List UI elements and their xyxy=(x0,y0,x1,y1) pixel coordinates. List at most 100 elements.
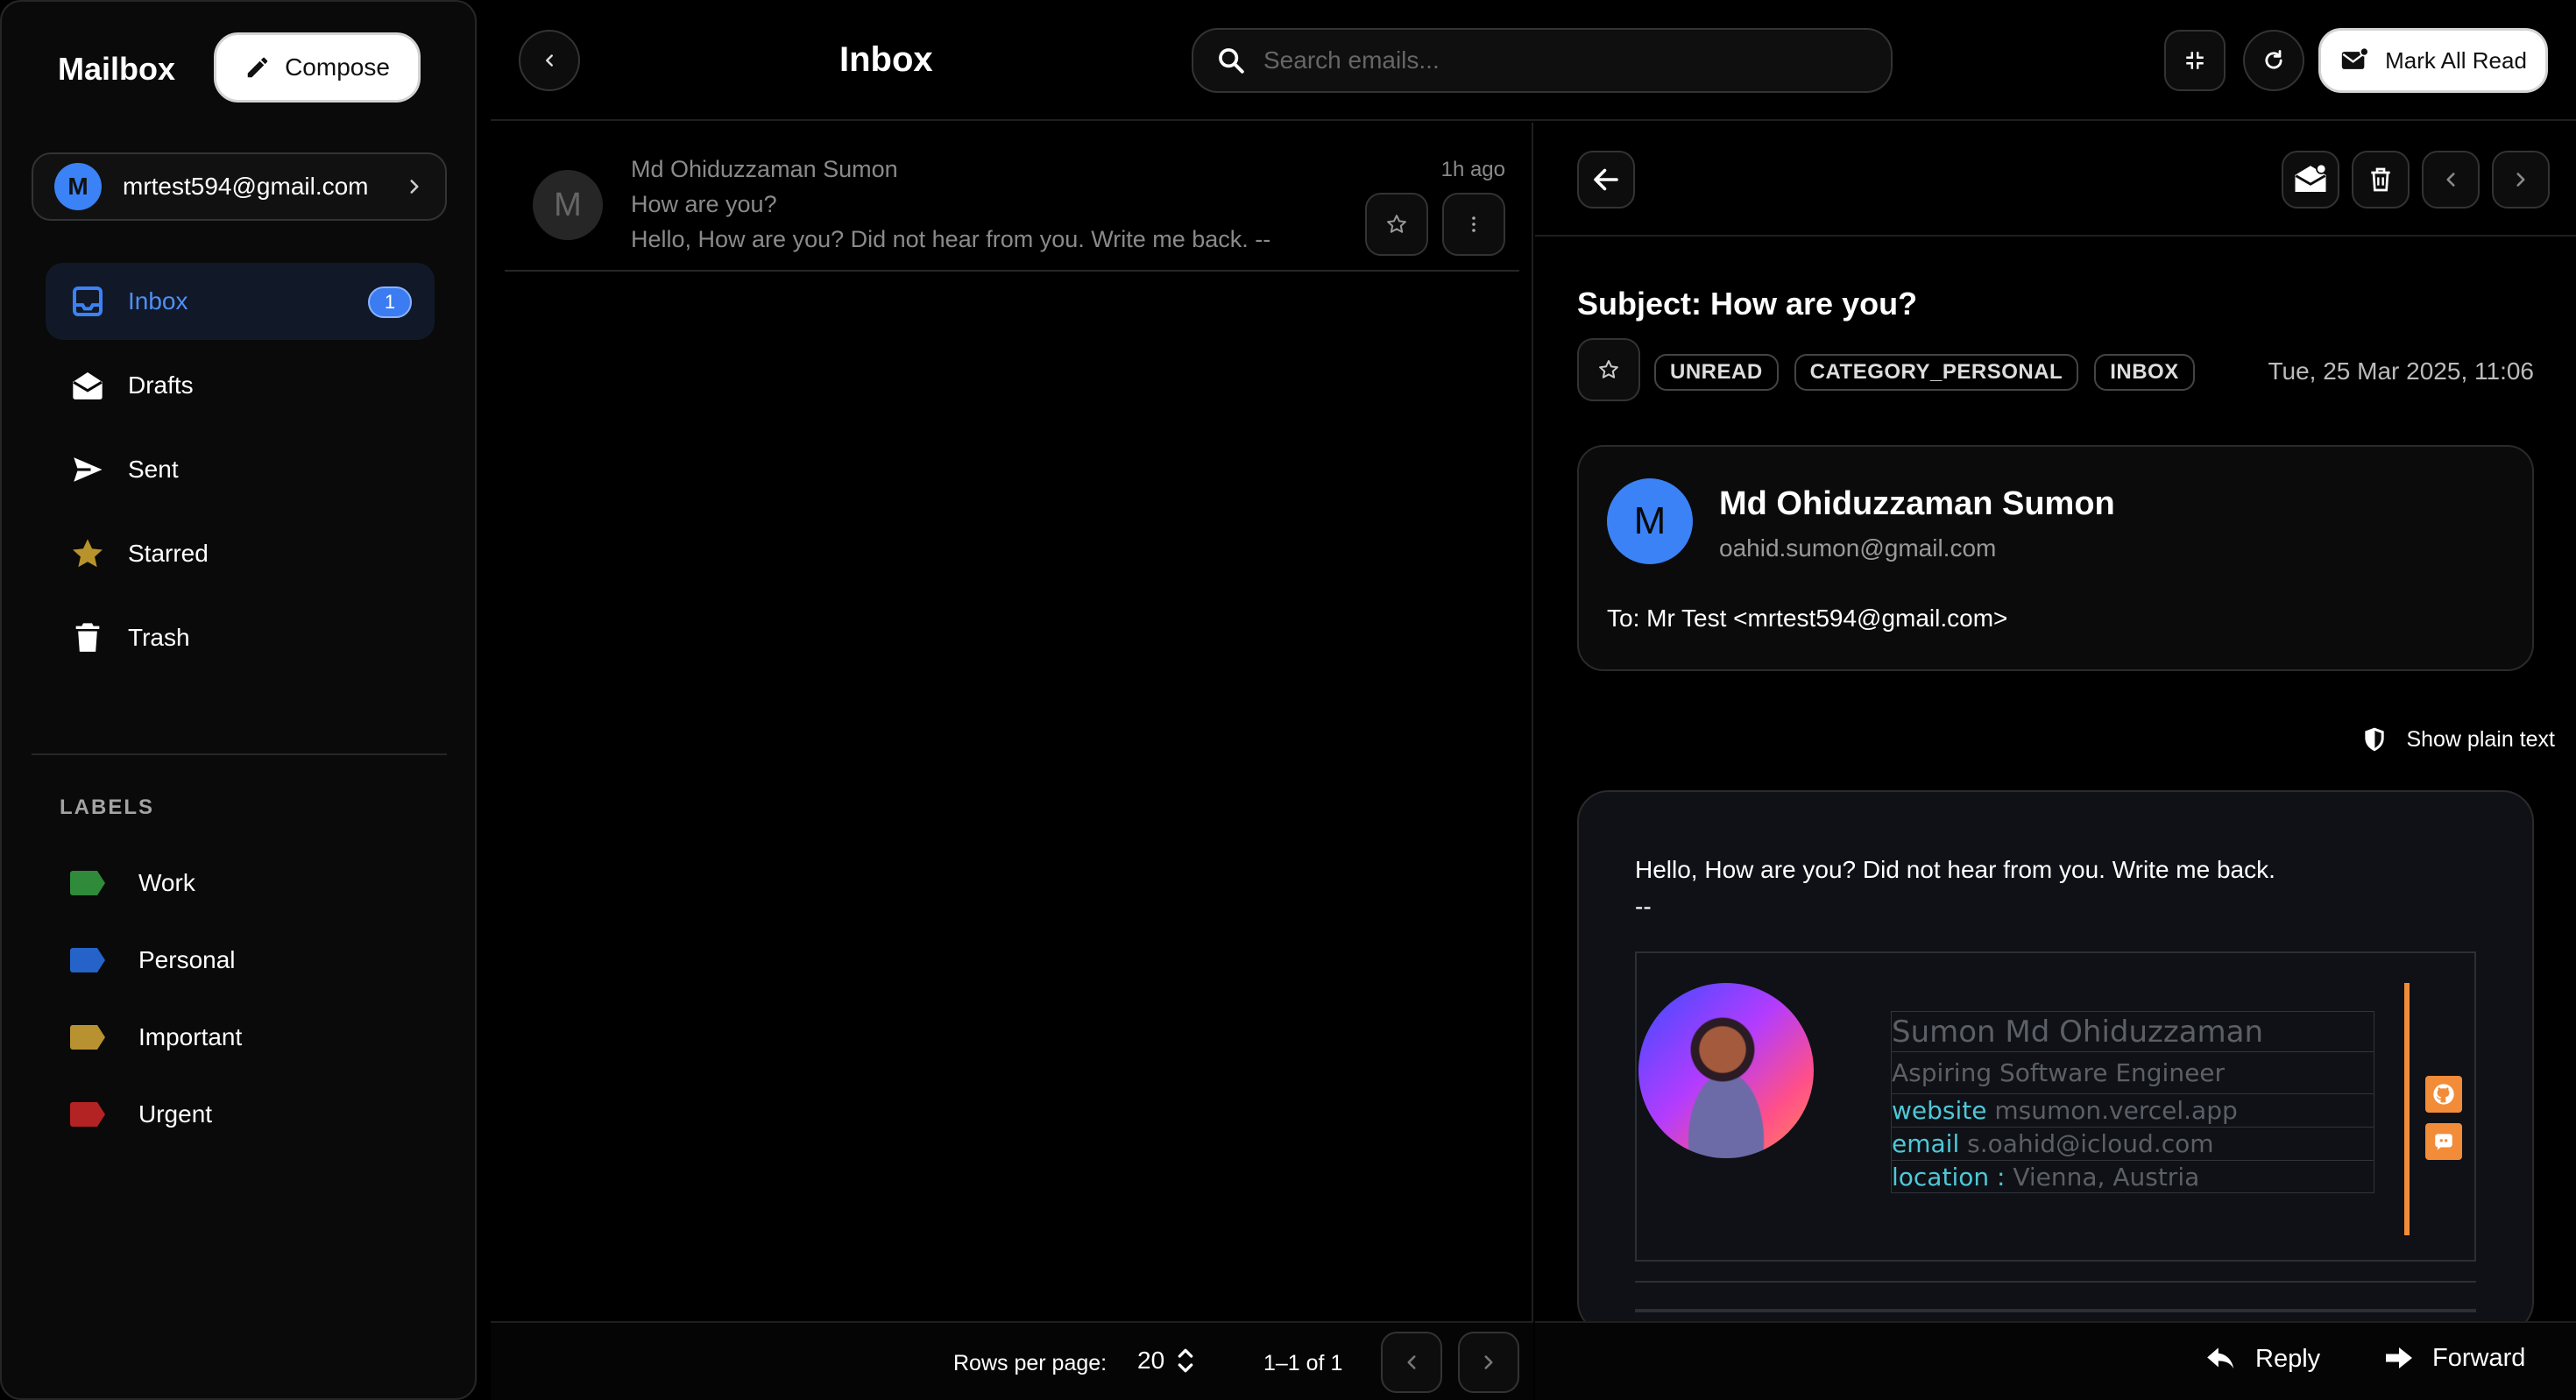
email-label-chips: UNREAD CATEGORY_PERSONAL INBOX xyxy=(1654,354,2195,391)
collapse-sidebar-button[interactable] xyxy=(519,30,580,91)
label-name: Urgent xyxy=(138,1100,213,1128)
show-plain-text-toggle[interactable]: Show plain text xyxy=(2360,725,2555,753)
email-body: Hello, How are you? Did not hear from yo… xyxy=(1577,790,2534,1333)
sender-name: Md Ohiduzzaman Sumon xyxy=(1719,485,2115,522)
nav-item-trash[interactable]: Trash xyxy=(46,599,435,676)
discord-link[interactable] xyxy=(2425,1123,2462,1160)
account-email: mrtest594@gmail.com xyxy=(123,173,369,200)
reply-label: Reply xyxy=(2255,1344,2321,1373)
search-bar xyxy=(1192,28,1893,93)
chevron-right-icon xyxy=(1477,1351,1500,1374)
mail-unread-icon xyxy=(2292,161,2329,198)
nav-item-inbox[interactable]: Inbox 1 xyxy=(46,263,435,340)
mark-all-read-button[interactable]: Mark All Read xyxy=(2318,28,2548,93)
star-email-button[interactable] xyxy=(1365,193,1428,256)
label-chip: CATEGORY_PERSONAL xyxy=(1794,354,2079,391)
email-sender: Md Ohiduzzaman Sumon xyxy=(631,156,898,182)
rows-per-page-value: 20 xyxy=(1137,1347,1165,1374)
star-outline-icon xyxy=(1384,212,1409,237)
shield-icon xyxy=(2360,725,2388,753)
email-body-text: Hello, How are you? Did not hear from yo… xyxy=(1635,852,2275,925)
mark-unread-button[interactable] xyxy=(2282,151,2339,209)
nav-item-starred[interactable]: Starred xyxy=(46,515,435,592)
app-brand: Mailbox xyxy=(58,51,176,87)
signature-accent-bar xyxy=(2404,983,2410,1235)
next-page-button[interactable] xyxy=(1458,1332,1519,1393)
email-list-item[interactable]: M Md Ohiduzzaman Sumon How are you? Hell… xyxy=(505,123,1519,272)
email-date: Tue, 25 Mar 2025, 11:06 xyxy=(2268,357,2534,385)
reader-actions-bar: Reply Forward xyxy=(1535,1321,2576,1400)
label-tag-icon xyxy=(70,1025,105,1050)
label-tag-icon xyxy=(70,871,105,895)
email-time: 1h ago xyxy=(1440,158,1505,181)
trash-icon xyxy=(67,617,109,659)
updown-chevron-icon xyxy=(1177,1346,1194,1375)
trash-icon xyxy=(2367,166,2395,194)
email-signature: Sumon Md Ohiduzzaman Aspiring Software E… xyxy=(1635,951,2476,1262)
email-reader: Subject: How are you? UNREAD CATEGORY_PE… xyxy=(1535,123,2576,1333)
sidebar-divider xyxy=(32,753,447,755)
reply-button[interactable]: Reply xyxy=(2204,1342,2320,1375)
body-line: Hello, How are you? Did not hear from yo… xyxy=(1635,856,2275,883)
nav-item-drafts[interactable]: Drafts xyxy=(46,347,435,424)
chevron-right-icon xyxy=(403,175,426,198)
star-icon xyxy=(67,533,109,575)
star-email-button[interactable] xyxy=(1577,338,1640,401)
reply-icon xyxy=(2204,1342,2238,1375)
compose-button[interactable]: Compose xyxy=(214,32,421,103)
github-link[interactable] xyxy=(2425,1076,2462,1113)
label-item-personal[interactable]: Personal xyxy=(46,922,435,999)
more-vertical-icon xyxy=(1463,214,1484,235)
sidebar: Mailbox Compose M mrtest594@gmail.com In… xyxy=(0,0,477,1400)
next-email-button[interactable] xyxy=(2492,151,2550,209)
forward-arrow-icon xyxy=(2383,1342,2415,1374)
label-item-work[interactable]: Work xyxy=(46,845,435,922)
previous-email-button[interactable] xyxy=(2422,151,2480,209)
folder-nav: Inbox 1 Drafts Sent Starred Trash xyxy=(46,263,435,683)
chevron-left-icon xyxy=(2439,168,2462,191)
sender-email: oahid.sumon@gmail.com xyxy=(1719,534,1997,562)
account-switcher[interactable]: M mrtest594@gmail.com xyxy=(32,152,447,221)
label-name: Work xyxy=(138,869,195,896)
star-outline-icon xyxy=(1596,357,1621,382)
forward-label: Forward xyxy=(2432,1343,2526,1372)
label-chip: UNREAD xyxy=(1654,354,1779,391)
rows-per-page-select[interactable]: 20 xyxy=(1137,1346,1194,1375)
signature-name: Sumon Md Ohiduzzaman xyxy=(1891,1011,2374,1051)
compact-view-button[interactable] xyxy=(2164,30,2226,91)
forward-button[interactable]: Forward xyxy=(2383,1342,2525,1374)
arrow-left-icon xyxy=(1590,164,1622,195)
delete-button[interactable] xyxy=(2352,151,2410,209)
sender-avatar: M xyxy=(1607,478,1693,564)
chevron-left-icon xyxy=(1400,1351,1423,1374)
body-line: -- xyxy=(1635,893,1652,920)
back-button[interactable] xyxy=(1577,151,1635,209)
email-link[interactable]: s.oahid@icloud.com xyxy=(1967,1129,2213,1158)
nav-label: Drafts xyxy=(128,371,194,399)
label-item-important[interactable]: Important xyxy=(46,999,435,1076)
pagination-bar: Rows per page: 20 1–1 of 1 xyxy=(491,1321,1533,1400)
label-tag-icon xyxy=(70,948,105,972)
refresh-icon xyxy=(2261,48,2286,73)
chevron-right-icon xyxy=(2509,168,2532,191)
search-icon xyxy=(1216,46,1246,75)
signature-website: website msumon.vercel.app xyxy=(1891,1093,2374,1127)
previous-page-button[interactable] xyxy=(1381,1332,1442,1393)
search-input[interactable] xyxy=(1263,46,1877,74)
rows-per-page-label: Rows per page: xyxy=(953,1351,1108,1375)
account-avatar: M xyxy=(54,163,102,210)
label-name: Personal xyxy=(138,946,236,973)
website-key: website xyxy=(1892,1096,1987,1125)
nav-item-sent[interactable]: Sent xyxy=(46,431,435,508)
website-link[interactable]: msumon.vercel.app xyxy=(1994,1096,2237,1125)
label-chip: INBOX xyxy=(2094,354,2195,391)
signature-details: Sumon Md Ohiduzzaman Aspiring Software E… xyxy=(1891,1011,2374,1193)
show-plain-text-label: Show plain text xyxy=(2406,726,2555,752)
signature-photo xyxy=(1638,983,1814,1158)
recipient-line: To: Mr Test <mrtest594@gmail.com> xyxy=(1607,605,2008,632)
nav-label: Inbox xyxy=(128,287,188,315)
label-item-urgent[interactable]: Urgent xyxy=(46,1076,435,1153)
refresh-button[interactable] xyxy=(2243,30,2304,91)
more-options-button[interactable] xyxy=(1442,193,1505,256)
signature-divider xyxy=(1635,1281,2476,1283)
